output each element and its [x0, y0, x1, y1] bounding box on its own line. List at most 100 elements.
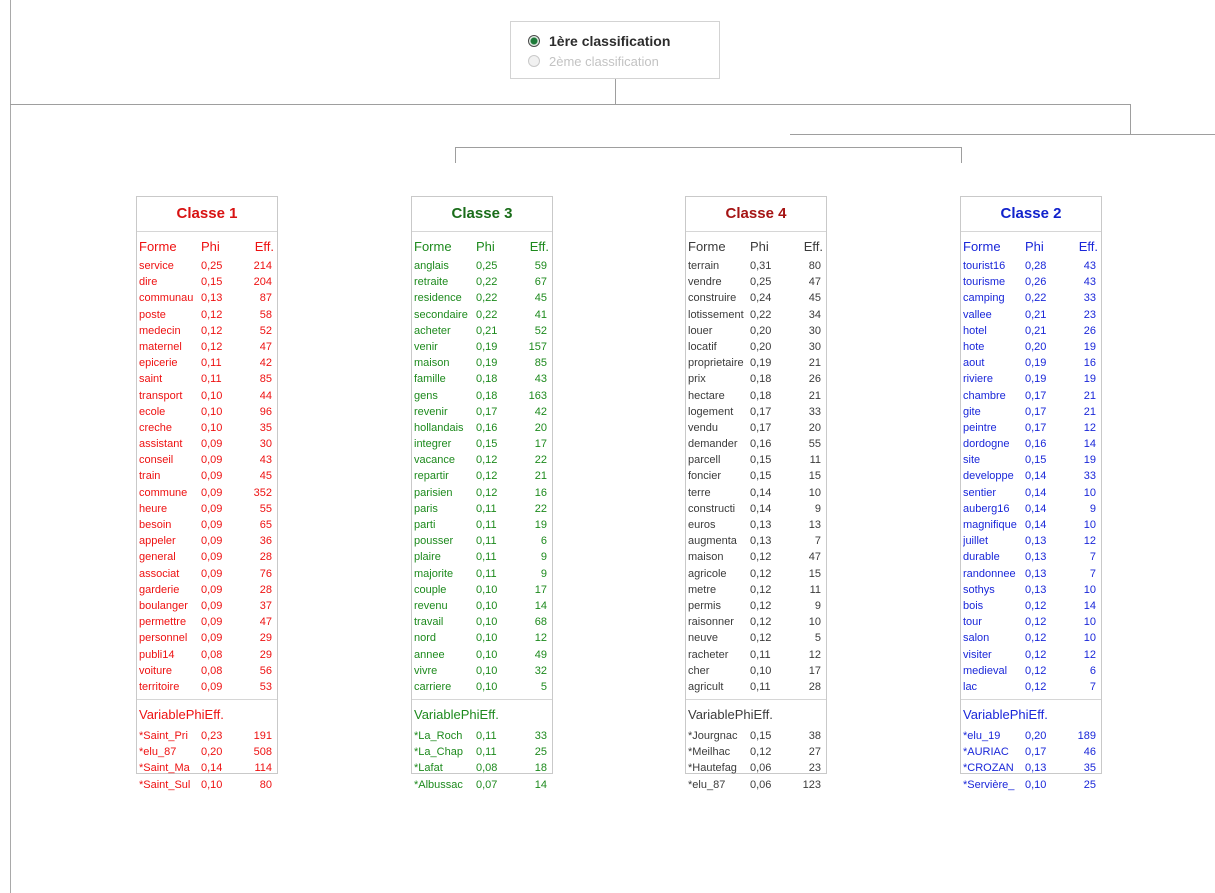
variable-eff: 33: [534, 730, 547, 743]
forme-row: medieval 0,12 6: [961, 663, 1101, 679]
forme-eff: 10: [808, 616, 821, 629]
forme-eff: 22: [534, 502, 547, 515]
variable-phi: 0,11: [476, 730, 497, 743]
forme-eff: 28: [808, 680, 821, 693]
phi-column-header: Phi: [1025, 239, 1044, 254]
radio-second-classification[interactable]: 2ème classification: [528, 51, 659, 71]
forme-word: medieval: [963, 664, 1008, 677]
forme-list: anglais 0,25 59 retraite 0,22 67 residence 0,22…: [412, 258, 552, 695]
forme-phi: 0,09: [201, 599, 223, 612]
forme-phi: 0,15: [750, 470, 772, 483]
forme-phi: 0,14: [750, 486, 772, 499]
forme-word: construire: [688, 292, 737, 305]
forme-word: hote: [963, 340, 985, 353]
forme-header: Forme Phi Eff.: [686, 232, 826, 254]
forme-eff: 163: [528, 389, 547, 402]
forme-word: conseil: [139, 454, 174, 467]
forme-eff: 12: [1083, 648, 1096, 661]
variable-row: *CROZAN 0,13 35: [961, 760, 1101, 776]
forme-eff: 21: [808, 389, 821, 402]
forme-word: dordogne: [963, 438, 1010, 451]
forme-phi: 0,10: [476, 648, 498, 661]
forme-row: lac 0,12 7: [961, 679, 1101, 695]
forme-word: terre: [688, 486, 711, 499]
forme-word: residence: [414, 292, 462, 305]
radio-selected-icon[interactable]: [528, 35, 540, 47]
forme-word: magnifique: [963, 519, 1017, 531]
forme-row: train 0,09 45: [137, 468, 277, 484]
forme-phi: 0,13: [1025, 567, 1047, 580]
forme-row: general 0,09 28: [137, 549, 277, 565]
forme-phi: 0,09: [201, 680, 223, 693]
forme-row: agricole 0,12 15: [686, 566, 826, 582]
forme-eff: 29: [259, 648, 272, 661]
radio-unselected-icon[interactable]: [528, 55, 540, 67]
variable-eff: 23: [808, 762, 821, 775]
variable-name: *elu_87: [688, 778, 726, 791]
phi-column-header: Phi: [185, 707, 205, 723]
forme-row: bois 0,12 14: [961, 598, 1101, 614]
forme-row: integrer 0,15 17: [412, 436, 552, 452]
variable-row: *elu_87 0,20 508: [137, 744, 277, 760]
forme-word: prix: [688, 373, 706, 386]
forme-word: vacance: [414, 454, 455, 467]
forme-row: aout 0,19 16: [961, 355, 1101, 371]
variable-name: *Albussac: [414, 778, 463, 791]
forme-row: transport 0,10 44: [137, 388, 277, 404]
forme-word: visiter: [963, 648, 992, 661]
variable-name: *Saint_Sul: [139, 778, 191, 791]
variable-name: *elu_19: [963, 730, 1001, 743]
forme-eff: 5: [814, 632, 821, 645]
forme-row: medecin 0,12 52: [137, 323, 277, 339]
variable-name: *CROZAN: [963, 762, 1014, 775]
forme-row: residence 0,22 45: [412, 290, 552, 306]
variable-name: *Saint_Pri: [139, 730, 188, 743]
forme-phi: 0,11: [201, 357, 222, 370]
forme-word: dire: [139, 276, 158, 289]
variable-eff: 123: [802, 778, 821, 791]
forme-phi: 0,09: [201, 486, 223, 499]
forme-row: maternel 0,12 47: [137, 339, 277, 355]
forme-word: voiture: [139, 664, 173, 677]
forme-word: proprietaire: [688, 357, 744, 370]
forme-row: permis 0,12 9: [686, 598, 826, 614]
variable-row: *Servière_ 0,10 25: [961, 777, 1101, 793]
forme-row: peintre 0,17 12: [961, 420, 1101, 436]
forme-phi: 0,11: [201, 373, 222, 386]
forme-row: raisonner 0,12 10: [686, 614, 826, 630]
forme-word: auberg16: [963, 502, 1010, 515]
radio-first-classification[interactable]: 1ère classification: [528, 31, 670, 51]
forme-phi: 0,19: [476, 357, 498, 370]
forme-word: famille: [414, 373, 446, 386]
forme-word: parisien: [414, 486, 453, 499]
forme-eff: 5: [540, 680, 547, 693]
forme-eff: 6: [540, 535, 547, 548]
forme-eff: 17: [534, 438, 547, 451]
forme-eff: 12: [1083, 535, 1096, 548]
forme-row: cher 0,10 17: [686, 663, 826, 679]
forme-word: appeler: [139, 535, 176, 548]
forme-eff: 37: [259, 599, 272, 612]
forme-phi: 0,10: [476, 664, 498, 677]
variable-phi: 0,15: [750, 730, 772, 743]
forme-row: commune 0,09 352: [137, 485, 277, 501]
forme-word: couple: [414, 583, 447, 596]
forme-phi: 0,12: [750, 551, 772, 564]
forme-row: hectare 0,18 21: [686, 388, 826, 404]
forme-row: ecole 0,10 96: [137, 404, 277, 420]
forme-row: proprietaire 0,19 21: [686, 355, 826, 371]
variable-eff: 114: [254, 762, 272, 775]
eff-column-header: Eff.: [1028, 707, 1048, 723]
forme-eff: 12: [534, 632, 547, 645]
forme-phi: 0,12: [1025, 599, 1047, 612]
variable-eff: 46: [1083, 746, 1096, 759]
variable-eff: 18: [534, 762, 547, 775]
forme-phi: 0,13: [1025, 551, 1047, 564]
forme-phi: 0,12: [476, 470, 498, 483]
forme-phi: 0,13: [1025, 583, 1047, 596]
forme-row: tourisme 0,26 43: [961, 274, 1101, 290]
forme-word: pousser: [414, 535, 454, 548]
forme-phi: 0,11: [476, 551, 497, 564]
forme-phi: 0,17: [1025, 405, 1047, 418]
forme-phi: 0,20: [1025, 340, 1047, 353]
